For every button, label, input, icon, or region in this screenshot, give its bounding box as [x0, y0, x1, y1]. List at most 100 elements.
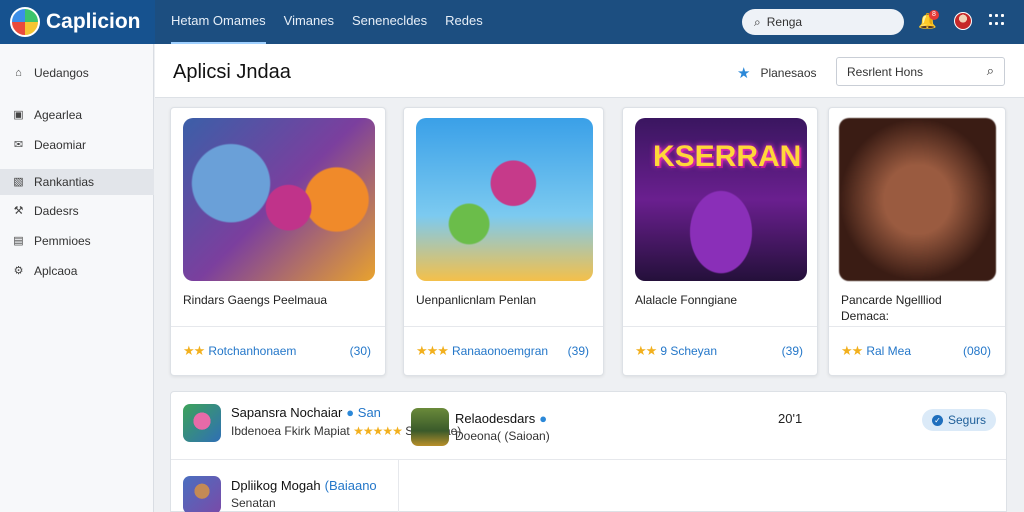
card-divider: [171, 326, 385, 327]
app-artwork: [183, 118, 375, 281]
rating-stars-icon: ★★★: [416, 343, 449, 358]
sidebar: ⌂ Uedangos ▣ Agearlea ✉ Deaomiar ▧ Ranka…: [0, 44, 154, 512]
page-title: Aplicsi Jndaa: [173, 61, 291, 83]
top-nav-item[interactable]: Vimanes: [284, 0, 334, 44]
security-label: Segurs: [948, 413, 987, 427]
review-count: (39): [781, 344, 803, 358]
top-nav-item[interactable]: Hetam Omames: [171, 0, 266, 44]
list-item[interactable]: Sapansra Nochaiar ● San Ibdenoea Fkirk Ma…: [171, 392, 1006, 460]
apps-grid-icon[interactable]: [989, 14, 1005, 28]
app-title: Pancarde Ngellliod Demaca:: [841, 293, 942, 323]
list-item[interactable]: Dpliikog Mogah (Baiaano Senatan: [171, 460, 399, 512]
sidebar-item-label: Deaomiar: [34, 138, 87, 152]
rating-stars-icon: ★★: [183, 343, 205, 358]
main-header: Aplicsi Jndaa ★ Planesaos Resrlent Hons …: [155, 44, 1024, 98]
chart-icon: ▧: [13, 175, 24, 188]
app-developer[interactable]: 9 Scheyan: [660, 344, 717, 358]
app-developer[interactable]: Ral Mea: [866, 344, 911, 358]
list-item-title: Sapansra Nochaiar ● San: [231, 405, 381, 420]
sidebar-item-label: Rankantias: [34, 175, 95, 189]
app-developer[interactable]: Ranaaonoemgran: [452, 344, 548, 358]
main-search-input[interactable]: Resrlent Hons ⌕: [836, 57, 1005, 86]
verified-icon: ●: [346, 405, 355, 420]
card-meta: ★★★ Ranaaonoemgran (39): [416, 343, 589, 359]
sidebar-item-dadesrs[interactable]: ⚒ Dadesrs: [0, 198, 154, 224]
artwork-logo-text: KSERRAN: [653, 140, 802, 173]
app-icon: [183, 476, 221, 512]
verified-icon: ●: [539, 411, 548, 426]
app-card[interactable]: Uenpanlicnlam Penlan ★★★ Ranaaonoemgran …: [403, 107, 604, 376]
top-nav-item[interactable]: Senenecldes: [352, 0, 427, 44]
review-count: (080): [962, 344, 991, 358]
tools-icon: ⚒: [13, 204, 24, 217]
top-nav-item[interactable]: Redes: [445, 0, 483, 44]
list-item-subtitle: Senatan: [231, 496, 276, 510]
main-search-placeholder: Resrlent Hons: [847, 64, 924, 79]
sidebar-item-label: Pemmioes: [34, 234, 91, 248]
list-item-title[interactable]: Relaodesdars ●: [455, 411, 547, 426]
app-title: Alalacle Fonngiane: [635, 293, 738, 307]
list-item-link[interactable]: (Baiaano: [325, 478, 377, 493]
shield-icon: ✓: [932, 414, 943, 426]
sidebar-item-uedangos[interactable]: ⌂ Uedangos: [0, 60, 154, 86]
top-search-input[interactable]: ⌕ Renga: [742, 9, 904, 35]
app-artwork: [416, 118, 593, 281]
card-divider: [623, 326, 817, 327]
rating-stars-icon: ★★★★★: [353, 424, 403, 438]
list-item-title-text: Dpliikog Mogah: [231, 478, 321, 493]
app-developer[interactable]: Rotchanhonaem: [208, 344, 296, 358]
list-item-count: 20'1: [778, 411, 803, 426]
star-icon: ★: [737, 65, 751, 82]
home-icon: ⌂: [15, 66, 22, 79]
subtitle-start: Ibdenoea Fkirk: [231, 424, 311, 438]
app-artwork: [839, 118, 996, 281]
sidebar-item-agearlea[interactable]: ▣ Agearlea: [0, 102, 154, 128]
app-card[interactable]: Rindars Gaengs Peelmaua ★★ Rotchanhonaem…: [170, 107, 386, 376]
sidebar-item-label: Agearlea: [34, 108, 83, 122]
app-logo-icon: [10, 7, 40, 37]
review-count: (39): [567, 344, 589, 358]
app-title: Rindars Gaengs Peelmaua: [183, 293, 328, 307]
app-icon[interactable]: [411, 408, 449, 446]
mail-icon: ✉: [13, 138, 24, 151]
avatar[interactable]: [954, 12, 972, 30]
sidebar-item-label: Aplcaoa: [34, 264, 78, 278]
doc-icon: ▤: [13, 234, 24, 247]
list-item-link[interactable]: San: [358, 405, 381, 420]
top-nav: Hetam Omames Vimanes Senenecldes Redes: [171, 0, 483, 44]
sidebar-item-label: Dadesrs: [34, 204, 79, 218]
app-list: Sapansra Nochaiar ● San Ibdenoea Fkirk Ma…: [170, 391, 1007, 512]
top-search-placeholder: Renga: [766, 15, 803, 29]
card-meta: ★★ Ral Mea (080): [841, 343, 991, 359]
app-card[interactable]: Pancarde Ngellliod Demaca: ★★ Ral Mea (0…: [828, 107, 1006, 376]
sidebar-item-aplcaoa[interactable]: ⚙ Aplcaoa: [0, 258, 154, 284]
box-icon: ▣: [13, 108, 24, 121]
brand-name: Caplicion: [46, 10, 141, 33]
review-count: (30): [349, 344, 371, 358]
subtitle-mid: Mapiat: [313, 424, 350, 438]
brand[interactable]: Caplicion: [0, 0, 155, 44]
favorites-link[interactable]: ★ Planesaos: [737, 64, 817, 82]
list-item-title-text: Sapansra Nochaiar: [231, 405, 343, 420]
settings-icon: ⚙: [13, 264, 24, 277]
rating-stars-icon: ★★: [635, 343, 657, 358]
favorites-label: Planesaos: [760, 66, 817, 80]
sidebar-item-deaomiar[interactable]: ✉ Deaomiar: [0, 132, 154, 158]
sidebar-item-pemmioes[interactable]: ▤ Pemmioes: [0, 228, 154, 254]
sidebar-item-rankantias[interactable]: ▧ Rankantias: [0, 169, 154, 195]
rating-stars-icon: ★★: [841, 343, 863, 358]
notification-badge: 8: [929, 10, 939, 20]
app-artwork: KSERRAN: [635, 118, 807, 281]
card-divider: [404, 326, 603, 327]
card-meta: ★★ Rotchanhonaem (30): [183, 343, 371, 359]
app-title: Uenpanlicnlam Penlan: [416, 293, 537, 307]
list-item-title-text: Relaodesdars: [455, 411, 536, 426]
search-icon: ⌕: [986, 63, 994, 78]
card-divider: [829, 326, 1005, 327]
app-icon: [183, 404, 221, 442]
app-card[interactable]: KSERRAN Alalacle Fonngiane ★★ 9 Scheyan …: [622, 107, 818, 376]
security-button[interactable]: ✓ Segurs: [922, 409, 997, 431]
card-meta: ★★ 9 Scheyan (39): [635, 343, 803, 359]
sidebar-item-label: Uedangos: [34, 66, 89, 80]
list-item-subtitle: Doeona( (Saioan): [455, 429, 550, 443]
